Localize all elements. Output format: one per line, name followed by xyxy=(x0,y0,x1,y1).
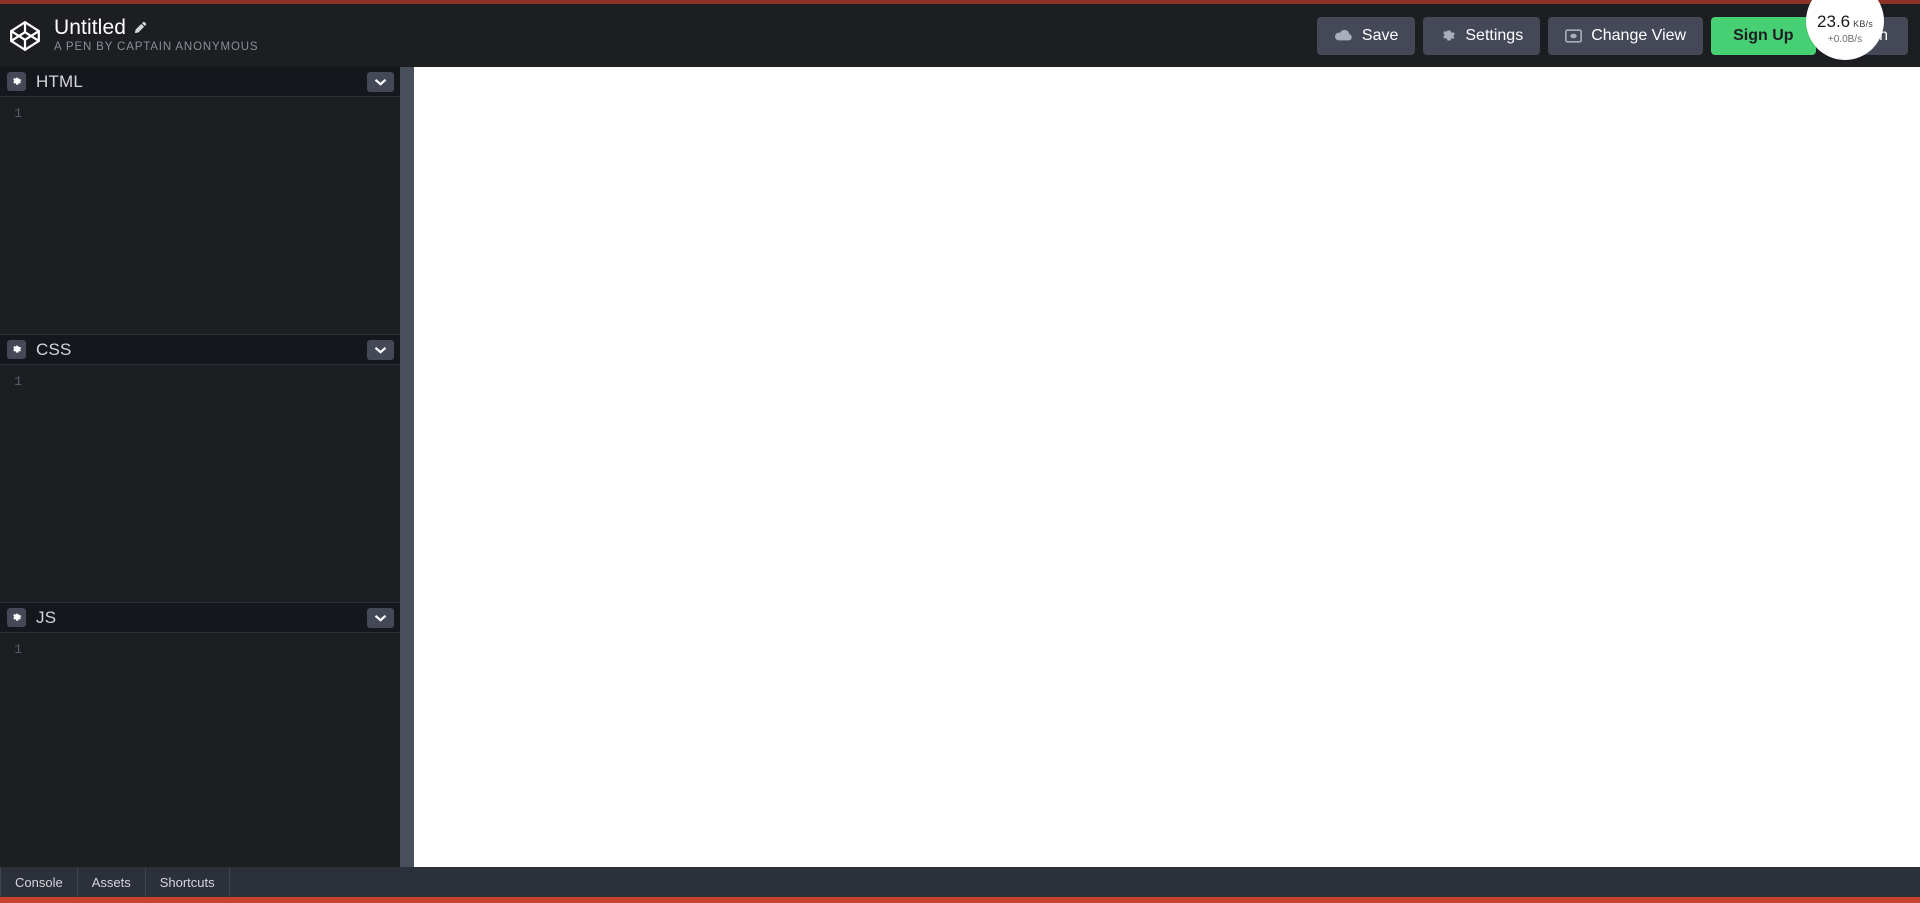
gear-icon xyxy=(1440,28,1456,44)
pen-title-row: Untitled xyxy=(54,17,258,38)
network-speed-delta: +0.0B/s xyxy=(1827,34,1863,45)
codepen-logo-icon[interactable] xyxy=(8,19,42,53)
js-line-numbers: 1 xyxy=(14,642,22,657)
settings-button-label: Settings xyxy=(1465,26,1524,44)
pencil-icon[interactable] xyxy=(133,21,147,35)
page-title[interactable]: Untitled xyxy=(54,17,126,38)
css-editor-panel: CSS 1 xyxy=(0,335,400,603)
change-view-button[interactable]: Change View xyxy=(1548,16,1704,55)
shortcuts-button[interactable]: Shortcuts xyxy=(146,867,230,897)
network-speed-value: 23.6 xyxy=(1817,12,1851,31)
sign-up-button[interactable]: Sign Up xyxy=(1711,16,1816,55)
settings-button[interactable]: Settings xyxy=(1423,16,1541,55)
brand-block: Untitled A PEN BY CAPTAIN ANONYMOUS xyxy=(0,17,258,54)
js-editor-panel: JS 1 xyxy=(0,603,400,870)
cloud-icon xyxy=(1334,29,1353,42)
editor-column: HTML 1 CSS 1 JS 1 xyxy=(0,67,400,870)
save-button-label: Save xyxy=(1361,26,1399,44)
network-speed-main: 23.6 KB/s xyxy=(1817,13,1873,30)
css-code-area[interactable]: 1 xyxy=(0,365,400,602)
assets-button[interactable]: Assets xyxy=(78,867,146,897)
js-code-area[interactable]: 1 xyxy=(0,633,400,870)
save-button[interactable]: Save xyxy=(1316,16,1416,55)
html-settings-gear-icon[interactable] xyxy=(7,72,26,91)
html-line-numbers: 1 xyxy=(14,106,22,121)
screen-icon xyxy=(1565,28,1583,43)
css-editor-title: CSS xyxy=(36,339,72,359)
codepen-editor-window: Untitled A PEN BY CAPTAIN ANONYMOUS Save… xyxy=(0,0,1920,903)
css-collapse-chevron-down-icon[interactable] xyxy=(367,339,394,360)
js-editor-header: JS xyxy=(0,603,400,633)
bottom-accent-bar xyxy=(0,897,1920,903)
brand-text: Untitled A PEN BY CAPTAIN ANONYMOUS xyxy=(54,17,258,54)
network-speed-unit: KB/s xyxy=(1853,19,1873,29)
html-editor-panel: HTML 1 xyxy=(0,67,400,335)
console-button[interactable]: Console xyxy=(0,867,78,897)
bottom-toolbar: Console Assets Shortcuts xyxy=(0,867,1920,897)
pen-author: A PEN BY CAPTAIN ANONYMOUS xyxy=(54,41,259,54)
preview-pane[interactable] xyxy=(414,67,1920,870)
editor-preview-resize-handle[interactable] xyxy=(400,67,414,870)
css-editor-header: CSS xyxy=(0,335,400,365)
js-settings-gear-icon[interactable] xyxy=(7,608,26,627)
js-editor-title: JS xyxy=(36,607,57,627)
change-view-button-label: Change View xyxy=(1591,26,1687,44)
js-collapse-chevron-down-icon[interactable] xyxy=(367,607,394,628)
css-line-numbers: 1 xyxy=(14,374,22,389)
html-code-area[interactable]: 1 xyxy=(0,97,400,334)
app-header: Untitled A PEN BY CAPTAIN ANONYMOUS Save… xyxy=(0,4,1920,67)
html-editor-title: HTML xyxy=(36,71,84,91)
html-collapse-chevron-down-icon[interactable] xyxy=(367,71,394,92)
html-editor-header: HTML xyxy=(0,67,400,97)
css-settings-gear-icon[interactable] xyxy=(7,340,26,359)
